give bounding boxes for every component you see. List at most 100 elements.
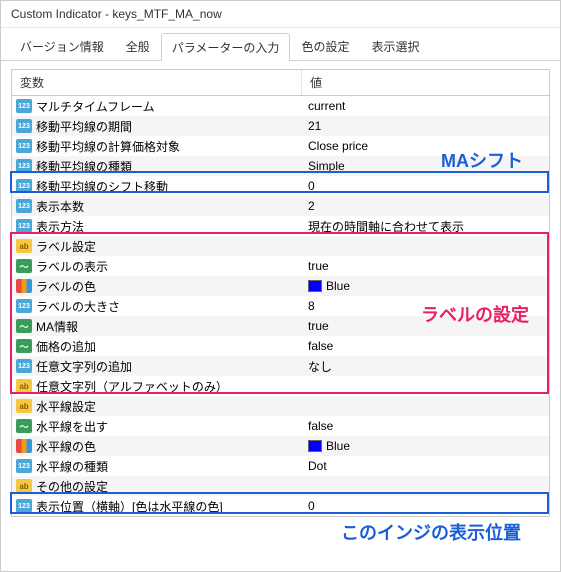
- value-label: 8: [308, 299, 315, 313]
- tab-display[interactable]: 表示選択: [360, 32, 430, 60]
- variable-label: ラベルの色: [36, 278, 96, 295]
- table-row[interactable]: ab 任意文字列（アルファベットのみ）: [12, 376, 549, 396]
- cell-variable: 123表示位置（横軸）[色は水平線の色]: [12, 498, 302, 515]
- 123-icon: 123: [16, 219, 32, 233]
- value-label: 21: [308, 119, 321, 133]
- variable-label: 移動平均線の計算価格対象: [36, 138, 180, 155]
- variable-label: 移動平均線のシフト移動: [36, 178, 168, 195]
- chart-icon: 〜: [16, 259, 32, 273]
- value-label: false: [308, 339, 333, 353]
- value-label: 2: [308, 199, 315, 213]
- table-row[interactable]: 123表示位置（横軸）[色は水平線の色]0: [12, 496, 549, 516]
- value-label: true: [308, 259, 329, 273]
- 123-icon: 123: [16, 199, 32, 213]
- 123-icon: 123: [16, 459, 32, 473]
- variable-label: 任意文字列（アルファベットのみ）: [36, 378, 228, 395]
- 123-icon: 123: [16, 119, 32, 133]
- ab-icon: ab: [16, 379, 32, 393]
- 123-icon: 123: [16, 159, 32, 173]
- value-label: Blue: [326, 279, 350, 293]
- cell-value[interactable]: false: [302, 339, 549, 353]
- table-row[interactable]: 123移動平均線の計算価格対象 Close price: [12, 136, 549, 156]
- dialog-window: Custom Indicator - keys_MTF_MA_now バージョン…: [0, 0, 561, 572]
- table-row[interactable]: 123 表示本数 2: [12, 196, 549, 216]
- cell-value[interactable]: true: [302, 319, 549, 333]
- cell-value[interactable]: true: [302, 259, 549, 273]
- cell-value[interactable]: Close price: [302, 139, 549, 153]
- value-label: current: [308, 99, 345, 113]
- cell-value[interactable]: Blue: [302, 439, 549, 453]
- color-icon: [16, 439, 32, 453]
- chart-icon: 〜: [16, 419, 32, 433]
- cell-variable: 123水平線の種類: [12, 458, 302, 475]
- table-row[interactable]: 123表示方法現在の時間軸に合わせて表示: [12, 216, 549, 236]
- cell-variable: 123移動平均線のシフト移動: [12, 178, 302, 195]
- value-label: Dot: [308, 459, 327, 473]
- grid-header: 変数 値: [12, 70, 549, 96]
- cell-variable: 123マルチタイムフレーム: [12, 98, 302, 115]
- header-value[interactable]: 値: [302, 70, 549, 95]
- cell-variable: ラベルの色: [12, 278, 302, 295]
- variable-label: ラベル設定: [36, 238, 96, 255]
- cell-value[interactable]: Simple: [302, 159, 549, 173]
- variable-label: MA情報: [36, 318, 78, 335]
- cell-variable: 123 表示本数: [12, 198, 302, 215]
- variable-label: マルチタイムフレーム: [36, 98, 155, 115]
- chart-icon: 〜: [16, 339, 32, 353]
- table-row[interactable]: ab水平線設定: [12, 396, 549, 416]
- variable-label: 任意文字列の追加: [36, 358, 132, 375]
- cell-value[interactable]: Dot: [302, 459, 549, 473]
- cell-value[interactable]: Blue: [302, 279, 549, 293]
- cell-value[interactable]: 21: [302, 119, 549, 133]
- ab-icon: ab: [16, 479, 32, 493]
- tab-parameters[interactable]: パラメーターの入力: [161, 33, 291, 61]
- tab-general[interactable]: 全般: [115, 32, 161, 60]
- cell-value[interactable]: 8: [302, 299, 549, 313]
- parameter-grid: 変数 値 123マルチタイムフレームcurrent123移動平均線の期間2112…: [11, 69, 550, 517]
- tab-bar: バージョン情報 全般 パラメーターの入力 色の設定 表示選択: [1, 28, 560, 61]
- table-row[interactable]: ラベルの色 Blue: [12, 276, 549, 296]
- cell-value[interactable]: なし: [302, 358, 549, 375]
- table-row[interactable]: 水平線の色Blue: [12, 436, 549, 456]
- cell-value[interactable]: current: [302, 99, 549, 113]
- cell-value[interactable]: false: [302, 419, 549, 433]
- table-row[interactable]: 〜水平線を出すfalse: [12, 416, 549, 436]
- table-row[interactable]: 123任意文字列の追加なし: [12, 356, 549, 376]
- variable-label: 表示位置（横軸）[色は水平線の色]: [36, 498, 223, 515]
- cell-variable: 123任意文字列の追加: [12, 358, 302, 375]
- cell-value[interactable]: 現在の時間軸に合わせて表示: [302, 218, 549, 235]
- cell-value[interactable]: 0: [302, 499, 549, 513]
- cell-variable: 123表示方法: [12, 218, 302, 235]
- cell-value[interactable]: 0: [302, 179, 549, 193]
- tab-version[interactable]: バージョン情報: [9, 32, 115, 60]
- color-icon: [16, 279, 32, 293]
- value-label: Blue: [326, 439, 350, 453]
- table-row[interactable]: 〜ラベルの表示 true: [12, 256, 549, 276]
- table-row[interactable]: 〜価格の追加 false: [12, 336, 549, 356]
- cell-variable: 123移動平均線の種類: [12, 158, 302, 175]
- table-row[interactable]: 123移動平均線の種類 Simple: [12, 156, 549, 176]
- cell-value[interactable]: 2: [302, 199, 549, 213]
- table-row[interactable]: abその他の設定: [12, 476, 549, 496]
- chart-icon: 〜: [16, 319, 32, 333]
- table-row[interactable]: 〜 MA情報 true: [12, 316, 549, 336]
- table-row[interactable]: abラベル設定: [12, 236, 549, 256]
- header-variable[interactable]: 変数: [12, 70, 302, 95]
- tab-colors[interactable]: 色の設定: [290, 32, 360, 60]
- variable-label: 表示本数: [36, 198, 84, 215]
- cell-variable: abラベル設定: [12, 238, 302, 255]
- variable-label: 価格の追加: [36, 338, 96, 355]
- table-row[interactable]: 123ラベルの大きさ 8: [12, 296, 549, 316]
- cell-variable: 123移動平均線の計算価格対象: [12, 138, 302, 155]
- variable-label: 水平線設定: [36, 398, 96, 415]
- table-row[interactable]: 123水平線の種類 Dot: [12, 456, 549, 476]
- table-row[interactable]: 123 移動平均線の期間 21: [12, 116, 549, 136]
- variable-label: ラベルの表示: [36, 258, 108, 275]
- table-row[interactable]: 123移動平均線のシフト移動0: [12, 176, 549, 196]
- value-label: Simple: [308, 159, 345, 173]
- value-label: Close price: [308, 139, 368, 153]
- table-row[interactable]: 123マルチタイムフレーム current: [12, 96, 549, 116]
- variable-label: 移動平均線の期間: [36, 118, 132, 135]
- cell-variable: abその他の設定: [12, 478, 302, 495]
- cell-variable: 123ラベルの大きさ: [12, 298, 302, 315]
